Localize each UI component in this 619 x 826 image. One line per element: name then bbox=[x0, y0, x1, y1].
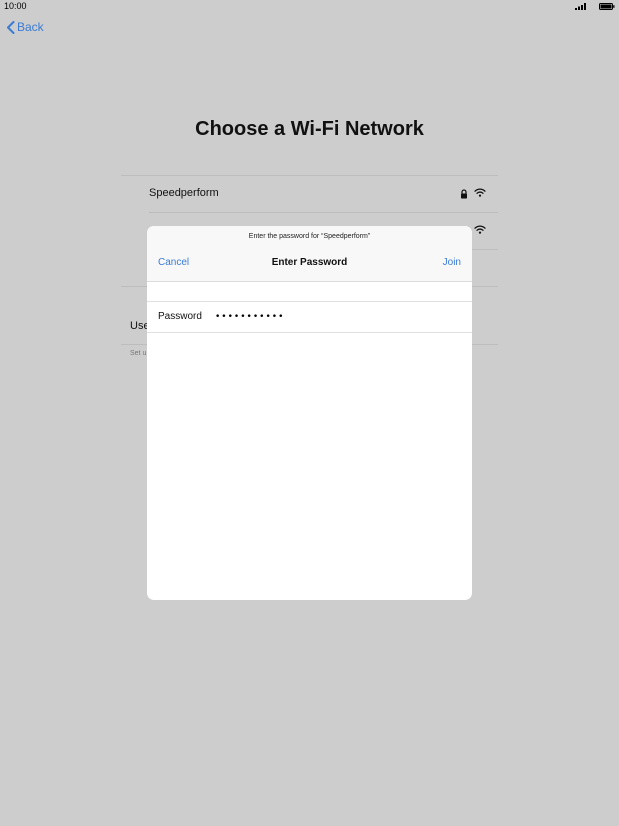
footer-note: Set u bbox=[130, 350, 147, 357]
network-row-speedperform[interactable]: Speedperform bbox=[121, 176, 498, 212]
back-label: Back bbox=[17, 20, 44, 34]
status-time: 10:00 bbox=[4, 1, 27, 11]
join-button[interactable]: Join bbox=[443, 257, 461, 268]
password-field[interactable] bbox=[215, 307, 460, 327]
password-row: Password bbox=[147, 301, 472, 333]
dialog-title: Enter Password bbox=[271, 257, 348, 268]
back-button[interactable]: Back bbox=[6, 19, 44, 35]
dialog-header: Enter the password for “Speedperform” Ca… bbox=[147, 226, 472, 282]
battery-icon bbox=[599, 3, 615, 10]
network-name: Speedperform bbox=[149, 187, 219, 199]
dialog-prompt: Enter the password for “Speedperform” bbox=[248, 233, 371, 240]
password-dialog: Enter the password for “Speedperform” Ca… bbox=[147, 226, 472, 600]
wifi-icon bbox=[474, 225, 486, 234]
signal-icon bbox=[575, 3, 586, 10]
wifi-icon bbox=[474, 188, 486, 197]
password-label: Password bbox=[158, 311, 202, 322]
lock-icon bbox=[461, 189, 467, 199]
page-title: Choose a Wi-Fi Network bbox=[195, 118, 424, 140]
chevron-left-icon bbox=[7, 20, 15, 34]
